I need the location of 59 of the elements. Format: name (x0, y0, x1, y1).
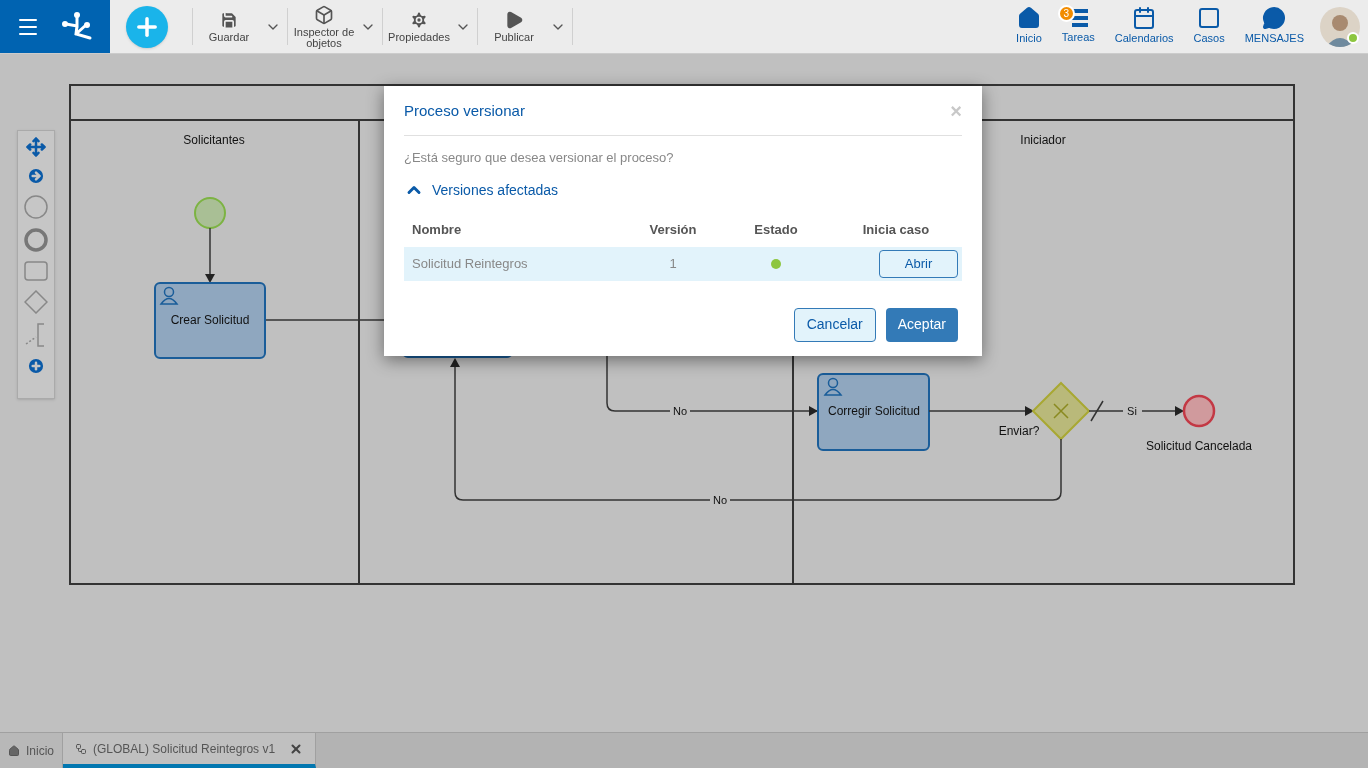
flow-label: No (672, 405, 688, 417)
home-icon (8, 744, 20, 757)
add-circle-icon[interactable] (26, 356, 46, 376)
section-toggle[interactable]: Versiones afectadas (404, 179, 559, 201)
start-event (194, 197, 226, 229)
save-icon (219, 10, 239, 30)
toolbar-button[interactable]: Inspector de objetos (288, 4, 360, 49)
user-avatar[interactable] (1320, 6, 1360, 47)
diagram-icon (75, 742, 87, 755)
nav-button[interactable]: Calendarios (1110, 6, 1178, 47)
home-icon (1016, 6, 1041, 31)
nav-button[interactable]: Tareas 3 (1057, 7, 1099, 46)
calendar-icon (1132, 6, 1157, 31)
column-header: Versión (648, 220, 698, 239)
toolbar-button[interactable]: Guardar (193, 10, 265, 43)
event-label: Solicitud Cancelada (1145, 439, 1253, 453)
gateway-label: Enviar? (998, 424, 1040, 438)
cube-icon (314, 4, 334, 25)
lane-label: Iniciador (1020, 133, 1066, 147)
dialog-title: Proceso versionar (404, 100, 525, 121)
add-button[interactable] (126, 5, 168, 48)
lane-label: Solicitantes (183, 133, 245, 147)
flow-arrow (205, 227, 215, 283)
move-icon[interactable] (26, 137, 46, 157)
task-label: Corregir Solicitud (828, 404, 920, 418)
table-cell-text: 1 (668, 254, 678, 273)
table-cell-text: Solicitud Reintegros (411, 254, 529, 273)
square-icon (1197, 6, 1222, 31)
logo-icon (60, 11, 94, 42)
toolbar-button[interactable]: Publicar (478, 10, 550, 43)
count-badge: 3 (1057, 5, 1075, 23)
tab[interactable]: (GLOBAL) Solicitud Reintegros v1 (63, 733, 317, 768)
settings-icon (409, 10, 429, 30)
column-header: Nombre (411, 220, 463, 239)
nav-button[interactable]: Casos (1189, 6, 1229, 47)
diamond-tool-icon[interactable] (24, 290, 48, 314)
column-header: Inicia caso (861, 220, 931, 239)
accept-button[interactable]: Aceptar (885, 307, 958, 342)
column-header: Estado (753, 220, 799, 239)
user-icon (824, 377, 842, 396)
cancel-button[interactable]: Cancelar (793, 307, 876, 342)
toolbar-button[interactable]: Propiedades (383, 10, 455, 43)
flow-label: Si (1127, 405, 1137, 417)
nav-button[interactable]: Inicio (1012, 6, 1046, 47)
close-icon[interactable] (289, 741, 304, 756)
circle-tool-icon[interactable] (24, 195, 48, 219)
flow-label: No (712, 494, 728, 506)
play-icon (504, 10, 524, 30)
end-event (1182, 394, 1216, 428)
task-label: Crear Solicitud (170, 313, 250, 327)
user-icon (160, 286, 178, 305)
tab[interactable]: Inicio (0, 733, 63, 768)
arrow-circle-icon[interactable] (26, 166, 46, 186)
chat-bubble-icon (1262, 6, 1287, 31)
nav-button[interactable]: MENSAJES (1240, 6, 1308, 47)
open-button[interactable]: Abrir (879, 249, 958, 278)
question-text: ¿Está seguro que desea versionar el proceso? (404, 149, 675, 167)
thick-circle-tool-icon[interactable] (24, 228, 48, 252)
rectangle-tool-icon[interactable] (24, 261, 48, 281)
